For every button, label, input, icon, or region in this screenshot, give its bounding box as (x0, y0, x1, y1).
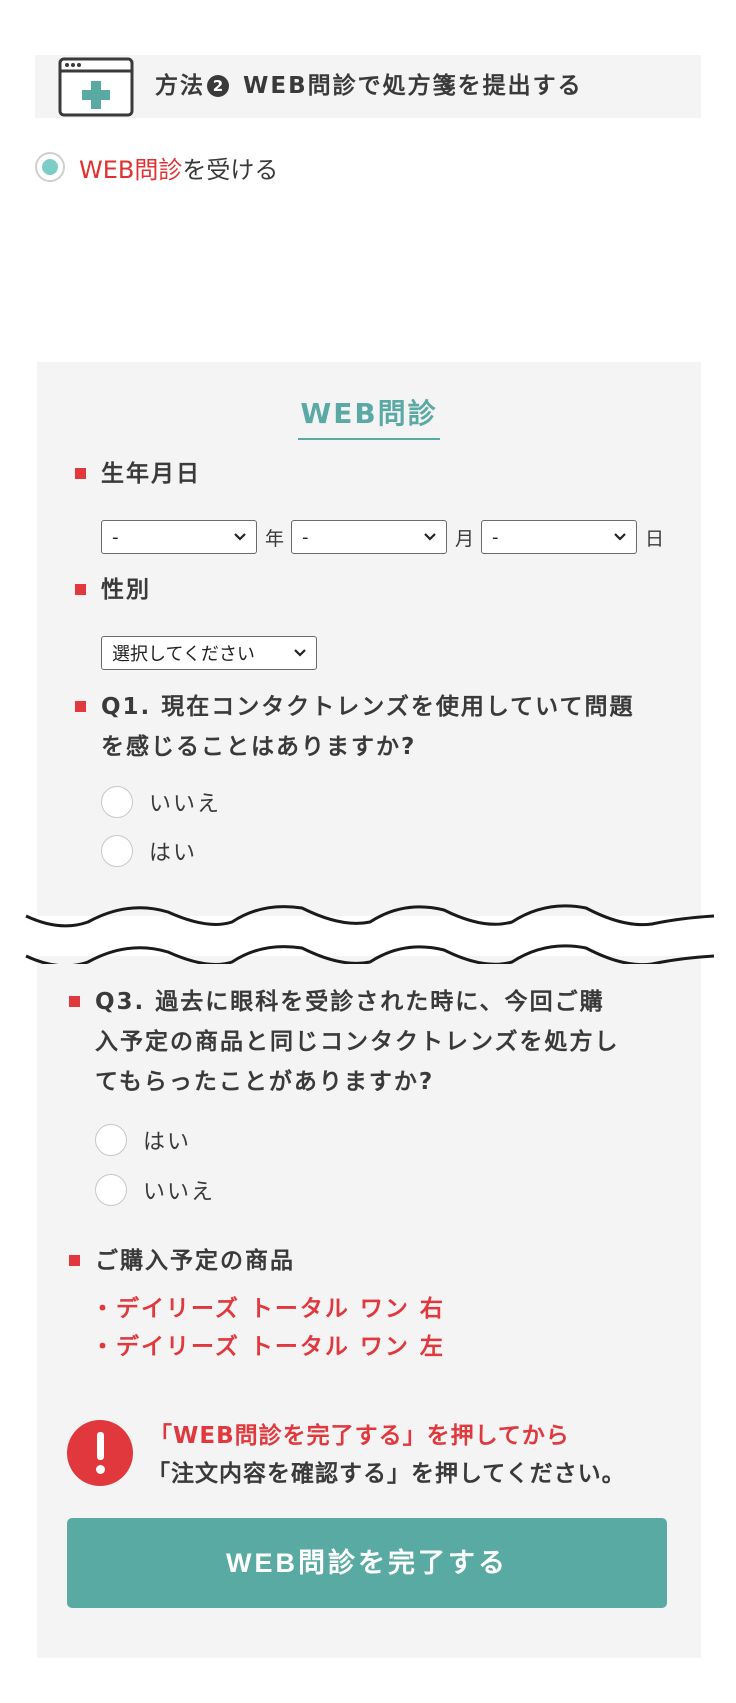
receive-web-consultation-radio[interactable] (35, 152, 65, 182)
birth-year-select[interactable]: - (101, 520, 257, 554)
chevron-down-icon (614, 533, 626, 541)
q1-no-radio[interactable] (101, 786, 133, 818)
chevron-down-icon (424, 533, 436, 541)
wave-break-divider (25, 904, 715, 964)
medical-window-icon (58, 57, 134, 117)
method-label: 方法 (155, 73, 205, 99)
q1-option-yes[interactable]: はい (101, 835, 197, 867)
q3-option-no[interactable]: いいえ (95, 1174, 215, 1206)
method-title-text: WEB問診で処方箋を提出する (243, 73, 583, 99)
receive-web-consultation-label: WEB問診を受ける (79, 155, 279, 184)
red-square-bullet-icon (75, 701, 86, 712)
red-square-bullet-icon (69, 996, 80, 1007)
web-consultation-panel: WEB問診 生年月日 - 年 - 月 - 日 性別 選択してください Q1. 現… (37, 362, 701, 1658)
complete-web-consultation-button[interactable]: WEB問診を完了する (67, 1518, 667, 1608)
exclamation-icon (67, 1420, 133, 1486)
products-heading: ご購入予定の商品 (69, 1241, 295, 1281)
q1-heading: Q1. 現在コンタクトレンズを使用していて問題 を感じることはありますか? (75, 687, 634, 767)
receive-web-consultation-option[interactable]: WEB問診を受ける (35, 151, 279, 184)
month-unit: 月 (455, 527, 475, 550)
chevron-down-icon (294, 649, 306, 657)
red-square-bullet-icon (75, 584, 86, 595)
birth-day-select[interactable]: - (481, 520, 638, 554)
q3-no-radio[interactable] (95, 1174, 127, 1206)
product-item-right: ・デイリーズ トータル ワン 右 (91, 1296, 445, 1322)
birth-month-select[interactable]: - (291, 520, 448, 554)
method-header: 方法 2 WEB問診で処方箋を提出する (35, 55, 701, 118)
notice-line1: 「WEB問診を完了する」を押してから (149, 1423, 570, 1449)
method-title: 方法 2 WEB問診で処方箋を提出する (155, 55, 583, 118)
q3-yes-radio[interactable] (95, 1124, 127, 1156)
panel-title: WEB問診 (37, 392, 701, 440)
q1-option-no[interactable]: いいえ (101, 786, 221, 818)
notice: 「WEB問診を完了する」を押してから 「注文内容を確認する」を押してください。 (67, 1412, 687, 1502)
method-number-badge: 2 (207, 75, 229, 97)
q3-heading: Q3. 過去に眼科を受診された時に、今回ご購 入予定の商品と同じコンタクトレンズ… (69, 982, 620, 1102)
q3-option-yes[interactable]: はい (95, 1124, 191, 1156)
day-unit: 日 (645, 527, 665, 550)
birthdate-heading: 生年月日 (75, 454, 201, 494)
gender-heading: 性別 (75, 570, 151, 610)
year-unit: 年 (265, 527, 285, 550)
red-square-bullet-icon (69, 1255, 80, 1266)
product-item-left: ・デイリーズ トータル ワン 左 (91, 1334, 445, 1360)
chevron-down-icon (234, 533, 246, 541)
gender-select[interactable]: 選択してください (101, 636, 317, 670)
birthdate-row: - 年 - 月 - 日 (101, 520, 671, 554)
red-square-bullet-icon (75, 468, 86, 479)
q1-yes-radio[interactable] (101, 835, 133, 867)
notice-line2: 「注文内容を確認する」を押してください。 (147, 1461, 626, 1487)
